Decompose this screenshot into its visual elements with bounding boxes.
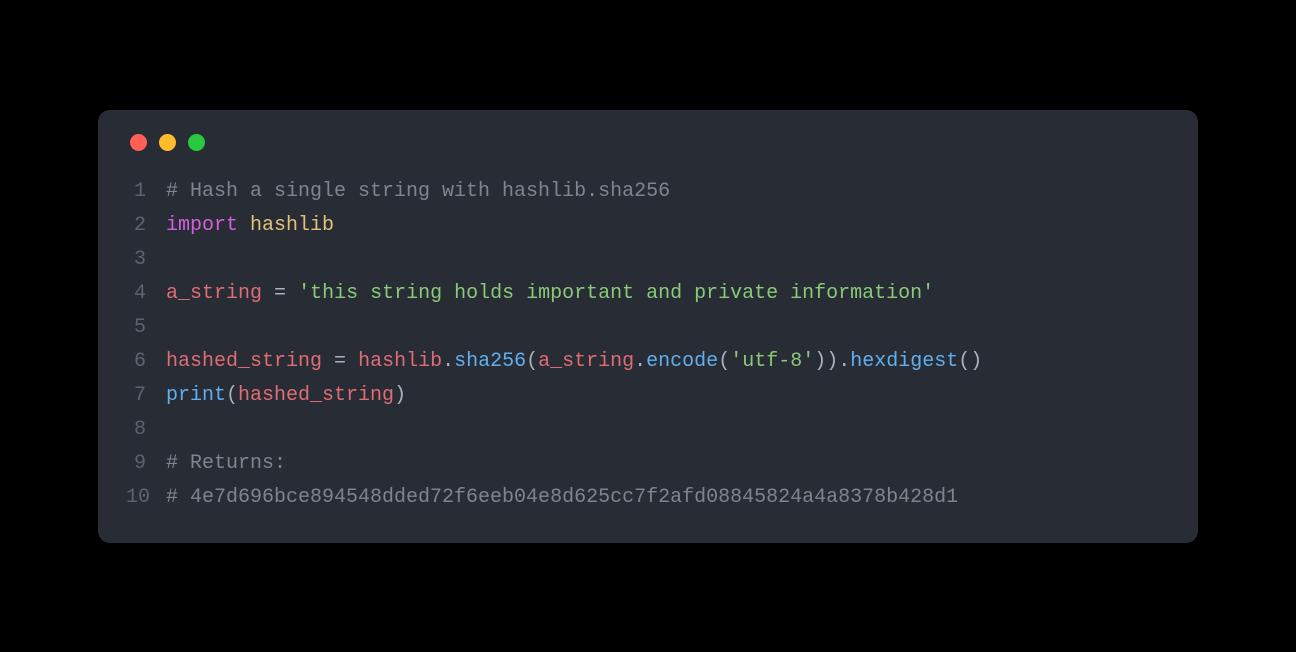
code-content[interactable] — [166, 243, 1170, 277]
code-token: ( — [226, 384, 238, 407]
code-line[interactable]: 7print(hashed_string) — [126, 379, 1170, 413]
line-number: 8 — [126, 413, 166, 447]
code-line[interactable]: 4a_string = 'this string holds important… — [126, 277, 1170, 311]
code-token: hashlib — [250, 214, 334, 237]
code-token: () — [958, 350, 982, 373]
code-token: = — [274, 282, 286, 305]
code-content[interactable] — [166, 413, 1170, 447]
code-token: 'this string holds important and private… — [298, 282, 934, 305]
code-token — [346, 350, 358, 373]
code-line[interactable]: 2import hashlib — [126, 209, 1170, 243]
code-token — [322, 350, 334, 373]
line-number: 10 — [126, 481, 166, 515]
code-content[interactable]: a_string = 'this string holds important … — [166, 277, 1170, 311]
code-token: # Returns: — [166, 452, 286, 475]
code-token: ) — [394, 384, 406, 407]
line-number: 3 — [126, 243, 166, 277]
code-token — [286, 282, 298, 305]
code-window: 1# Hash a single string with hashlib.sha… — [98, 110, 1198, 543]
line-number: 1 — [126, 175, 166, 209]
window-close-icon[interactable] — [130, 134, 147, 151]
code-token: hashed_string — [166, 350, 322, 373]
code-token: 'utf-8' — [730, 350, 814, 373]
code-token — [262, 282, 274, 305]
code-token — [238, 214, 250, 237]
code-token: print — [166, 384, 226, 407]
code-token: sha256 — [454, 350, 526, 373]
code-line[interactable]: 5 — [126, 311, 1170, 345]
code-content[interactable]: import hashlib — [166, 209, 1170, 243]
window-zoom-icon[interactable] — [188, 134, 205, 151]
code-token: # 4e7d696bce894548dded72f6eeb04e8d625cc7… — [166, 486, 958, 509]
code-line[interactable]: 3 — [126, 243, 1170, 277]
window-traffic-lights — [126, 134, 1170, 151]
code-token: encode — [646, 350, 718, 373]
code-content[interactable] — [166, 311, 1170, 345]
code-content[interactable]: print(hashed_string) — [166, 379, 1170, 413]
code-content[interactable]: hashed_string = hashlib.sha256(a_string.… — [166, 345, 1170, 379]
code-token: ( — [526, 350, 538, 373]
code-token: hashed_string — [238, 384, 394, 407]
code-content[interactable]: # Returns: — [166, 447, 1170, 481]
code-token: . — [634, 350, 646, 373]
code-token: )). — [814, 350, 850, 373]
code-line[interactable]: 10# 4e7d696bce894548dded72f6eeb04e8d625c… — [126, 481, 1170, 515]
code-editor[interactable]: 1# Hash a single string with hashlib.sha… — [126, 175, 1170, 515]
code-token: . — [442, 350, 454, 373]
code-content[interactable]: # Hash a single string with hashlib.sha2… — [166, 175, 1170, 209]
line-number: 6 — [126, 345, 166, 379]
code-token: a_string — [166, 282, 262, 305]
line-number: 7 — [126, 379, 166, 413]
line-number: 9 — [126, 447, 166, 481]
window-minimize-icon[interactable] — [159, 134, 176, 151]
code-line[interactable]: 9# Returns: — [126, 447, 1170, 481]
code-token: ( — [718, 350, 730, 373]
code-line[interactable]: 1# Hash a single string with hashlib.sha… — [126, 175, 1170, 209]
code-token: # Hash a single string with hashlib.sha2… — [166, 180, 670, 203]
code-line[interactable]: 6hashed_string = hashlib.sha256(a_string… — [126, 345, 1170, 379]
code-token: a_string — [538, 350, 634, 373]
line-number: 5 — [126, 311, 166, 345]
code-token: hexdigest — [850, 350, 958, 373]
code-token: import — [166, 214, 238, 237]
code-token: = — [334, 350, 346, 373]
code-line[interactable]: 8 — [126, 413, 1170, 447]
line-number: 2 — [126, 209, 166, 243]
code-token: hashlib — [358, 350, 442, 373]
code-content[interactable]: # 4e7d696bce894548dded72f6eeb04e8d625cc7… — [166, 481, 1170, 515]
line-number: 4 — [126, 277, 166, 311]
